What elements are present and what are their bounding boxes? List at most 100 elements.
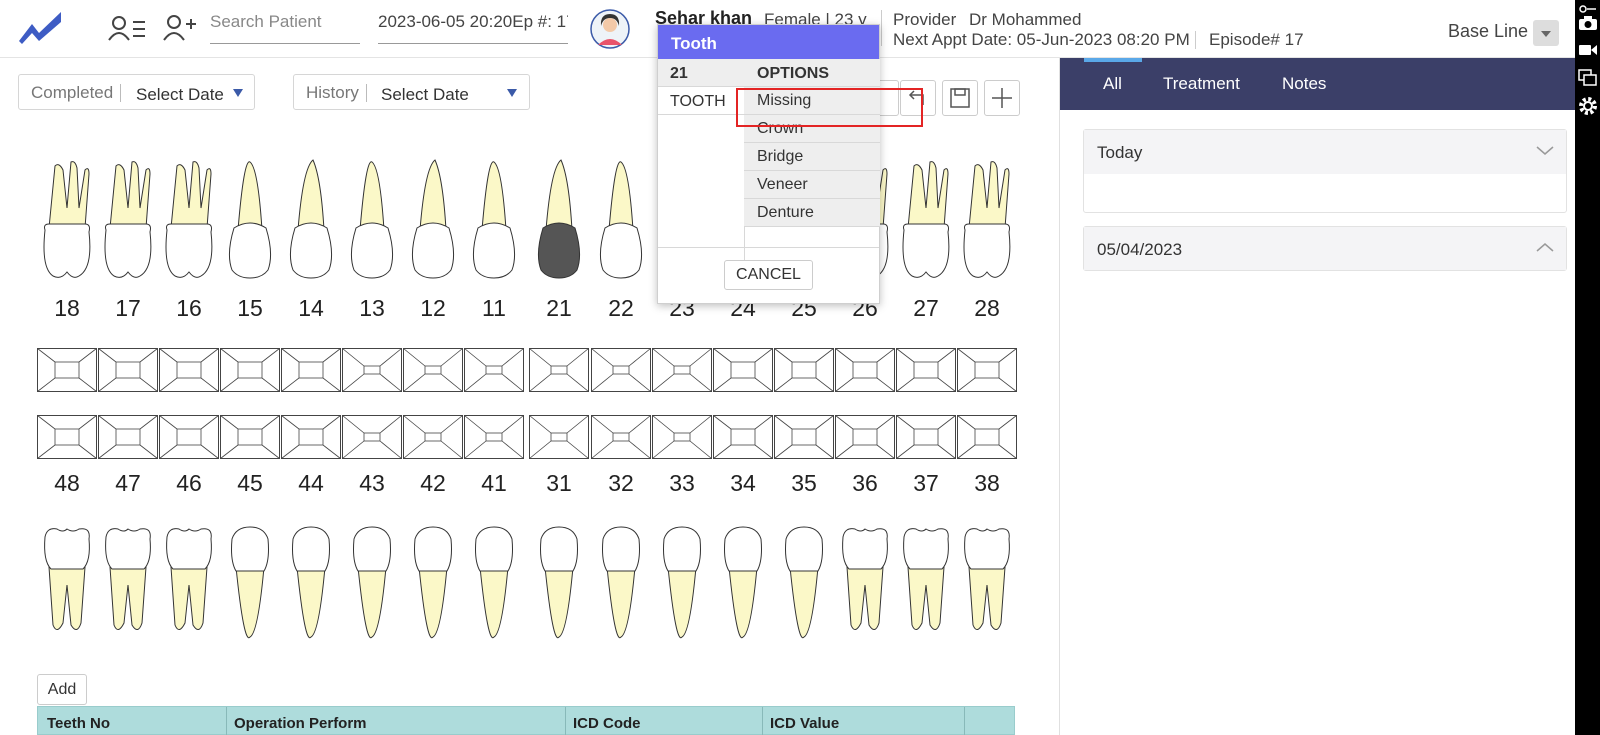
tooth-number-45: 45: [237, 470, 263, 496]
section-today-header[interactable]: Today: [1084, 130, 1566, 174]
col-operation[interactable]: Operation Perform: [234, 715, 367, 732]
surface-grid-15[interactable]: [220, 348, 280, 392]
tooth-42[interactable]: [405, 525, 461, 645]
completed-date-select[interactable]: Select Date: [136, 85, 224, 105]
option-bridge[interactable]: Bridge: [744, 143, 880, 171]
surface-grid-43[interactable]: [342, 415, 402, 459]
tooth-36[interactable]: [837, 525, 893, 645]
tooth-22[interactable]: [593, 158, 649, 288]
tooth-15[interactable]: [222, 158, 278, 288]
tooth-47[interactable]: [100, 525, 156, 645]
tooth-32[interactable]: [593, 525, 649, 645]
tooth-31[interactable]: [531, 525, 587, 645]
surface-grid-17[interactable]: [98, 348, 158, 392]
surface-grid-24[interactable]: [713, 348, 773, 392]
gear-icon[interactable]: [1578, 96, 1598, 116]
surface-grid-46[interactable]: [159, 415, 219, 459]
save-button[interactable]: [942, 80, 978, 116]
surface-grid-35[interactable]: [774, 415, 834, 459]
tooth-number-18: 18: [54, 295, 80, 321]
surface-grid-12[interactable]: [403, 348, 463, 392]
video-icon[interactable]: [1578, 43, 1598, 57]
tooth-44[interactable]: [283, 525, 339, 645]
tooth-27[interactable]: [898, 158, 954, 288]
history-filter[interactable]: History Select Date: [293, 74, 530, 110]
baseline-dropdown-button[interactable]: [1533, 20, 1559, 46]
surface-grid-21[interactable]: [529, 348, 589, 392]
tooth-21[interactable]: [531, 158, 587, 288]
surface-grid-27[interactable]: [896, 348, 956, 392]
col-icd-value[interactable]: ICD Value: [770, 715, 839, 732]
camera-icon[interactable]: [1578, 15, 1598, 31]
patient-list-icon[interactable]: [108, 14, 146, 42]
surface-grid-36[interactable]: [835, 415, 895, 459]
tooth-37[interactable]: [898, 525, 954, 645]
tooth-18[interactable]: [39, 158, 95, 288]
provider-label: Provider: [893, 10, 957, 29]
surface-grid-41[interactable]: [464, 415, 524, 459]
tooth-28[interactable]: [959, 158, 1015, 288]
tooth-12[interactable]: [405, 158, 461, 288]
tooth-13[interactable]: [344, 158, 400, 288]
tooth-17[interactable]: [100, 158, 156, 288]
surface-grid-22[interactable]: [591, 348, 651, 392]
history-date-select[interactable]: Select Date: [381, 85, 469, 105]
surface-grid-42[interactable]: [403, 415, 463, 459]
app-logo-icon[interactable]: [16, 8, 64, 44]
surface-grid-28[interactable]: [957, 348, 1017, 392]
link-icon[interactable]: [1578, 2, 1598, 16]
tooth-14[interactable]: [283, 158, 339, 288]
surface-grid-38[interactable]: [957, 415, 1017, 459]
tooth-46[interactable]: [161, 525, 217, 645]
surface-grid-34[interactable]: [713, 415, 773, 459]
chevron-up-icon: [1536, 243, 1554, 252]
option-denture[interactable]: Denture: [744, 199, 880, 227]
cancel-button[interactable]: CANCEL: [724, 260, 813, 290]
surface-grid-45[interactable]: [220, 415, 280, 459]
surface-grid-16[interactable]: [159, 348, 219, 392]
tab-treatment[interactable]: Treatment: [1163, 74, 1240, 94]
surface-grid-23[interactable]: [652, 348, 712, 392]
add-row-button[interactable]: Add: [37, 674, 87, 705]
surface-grid-13[interactable]: [342, 348, 402, 392]
surface-grid-25[interactable]: [774, 348, 834, 392]
provider-name: Dr Mohammed: [969, 10, 1082, 29]
surface-grid-44[interactable]: [281, 415, 341, 459]
baseline-label[interactable]: Base Line: [1448, 21, 1528, 42]
windows-icon[interactable]: [1578, 69, 1598, 87]
tooth-number-21: 21: [546, 295, 572, 321]
tooth-48[interactable]: [39, 525, 95, 645]
add-patient-icon[interactable]: [162, 12, 198, 42]
col-icd-code[interactable]: ICD Code: [573, 715, 641, 732]
completed-filter[interactable]: Completed Select Date: [18, 74, 255, 110]
add-button[interactable]: [984, 80, 1020, 116]
surface-grid-48[interactable]: [37, 415, 97, 459]
tooth-35[interactable]: [776, 525, 832, 645]
section-date-header[interactable]: 05/04/2023: [1084, 227, 1566, 270]
col-teeth-no[interactable]: Teeth No: [47, 715, 110, 732]
tab-notes[interactable]: Notes: [1282, 74, 1326, 94]
tooth-43[interactable]: [344, 525, 400, 645]
surface-grid-18[interactable]: [37, 348, 97, 392]
tooth-38[interactable]: [959, 525, 1015, 645]
surface-grid-37[interactable]: [896, 415, 956, 459]
tooth-41[interactable]: [466, 525, 522, 645]
surface-grid-33[interactable]: [652, 415, 712, 459]
tooth-11[interactable]: [466, 158, 522, 288]
col-divider: [762, 707, 763, 735]
surface-grid-47[interactable]: [98, 415, 158, 459]
surface-grid-31[interactable]: [529, 415, 589, 459]
tab-all[interactable]: All: [1103, 74, 1122, 94]
tooth-33[interactable]: [654, 525, 710, 645]
tooth-34[interactable]: [715, 525, 771, 645]
tooth-16[interactable]: [161, 158, 217, 288]
surface-grid-14[interactable]: [281, 348, 341, 392]
tooth-45[interactable]: [222, 525, 278, 645]
option-veneer[interactable]: Veneer: [744, 171, 880, 199]
surface-grid-26[interactable]: [835, 348, 895, 392]
surface-grid-32[interactable]: [591, 415, 651, 459]
episode-selector[interactable]: 2023-06-05 20:20Ep #: 17: [378, 12, 568, 44]
surface-grid-11[interactable]: [464, 348, 524, 392]
tooth-number-22: 22: [608, 295, 634, 321]
search-input[interactable]: Search Patient: [210, 12, 360, 44]
